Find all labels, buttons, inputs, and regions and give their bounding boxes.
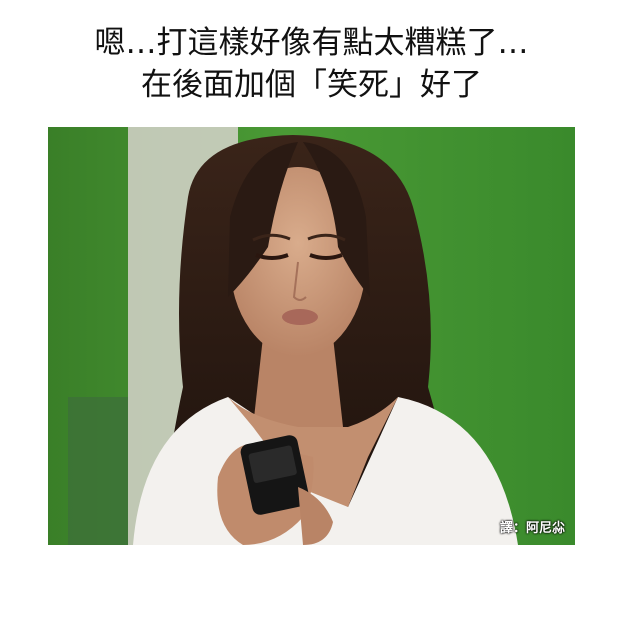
photo-illustration — [48, 127, 575, 545]
translator-credit: 譯：阿尼尛 — [499, 521, 565, 536]
meme-photo: 譯：阿尼尛 — [48, 127, 575, 545]
caption-line-1: 嗯…打這樣好像有點太糟糕了… — [94, 25, 529, 61]
meme-caption: 嗯…打這樣好像有點太糟糕了… 在後面加個「笑死」好了 — [0, 22, 623, 106]
caption-line-2: 在後面加個「笑死」好了 — [141, 67, 482, 103]
lips — [282, 309, 318, 325]
